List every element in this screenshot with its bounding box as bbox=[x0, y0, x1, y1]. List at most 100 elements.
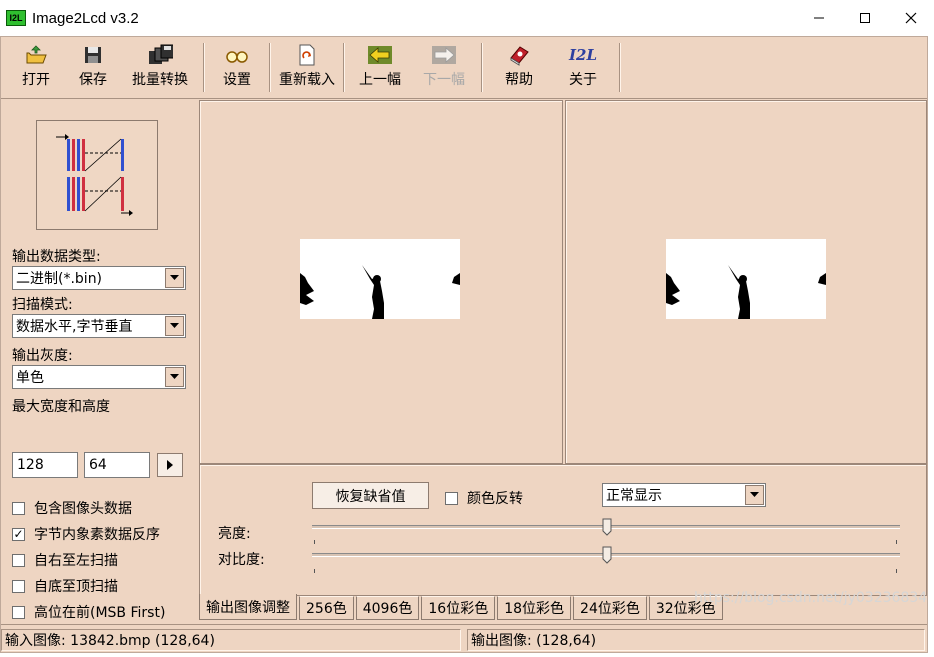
brightness-label: 亮度: bbox=[218, 526, 251, 542]
checkbox-include-header[interactable] bbox=[12, 501, 25, 515]
option-label: 自底至顶扫描 bbox=[34, 579, 118, 595]
output-type-value: 二进制(*.bin) bbox=[16, 271, 103, 287]
gray-level-label: 输出灰度: bbox=[12, 348, 73, 364]
scan-mode-label: 扫描模式: bbox=[12, 297, 73, 313]
brightness-slider-thumb[interactable] bbox=[602, 518, 612, 536]
tab-18bit-color[interactable]: 18位彩色 bbox=[497, 596, 572, 620]
checkbox-right-to-left[interactable] bbox=[12, 553, 25, 567]
minimize-icon bbox=[814, 17, 824, 19]
scan-mode-value: 数据水平,字节垂直 bbox=[16, 319, 133, 335]
option-bottom-to-top[interactable]: 自底至顶扫描 bbox=[12, 576, 118, 596]
option-label: 自右至左扫描 bbox=[34, 553, 118, 569]
glasses-icon bbox=[224, 43, 250, 67]
scan-mode-select[interactable]: 数据水平,字节垂直 bbox=[12, 314, 186, 338]
invert-colors-label: 颜色反转 bbox=[467, 491, 523, 507]
tab-16bit-color[interactable]: 16位彩色 bbox=[421, 596, 496, 620]
save-button[interactable]: 保存 bbox=[65, 37, 121, 98]
save-disk-icon bbox=[80, 43, 106, 67]
chevron-down-icon[interactable] bbox=[165, 268, 184, 288]
invert-colors-option[interactable]: 颜色反转 bbox=[445, 488, 523, 508]
toolbar-separator bbox=[481, 43, 483, 92]
toolbar: 打开 保存 批量转换 设置 重新载入 上一幅 下一幅 帮助 I2L 关于 bbox=[1, 37, 927, 99]
reload-label: 重新载入 bbox=[279, 72, 335, 88]
contrast-slider-thumb[interactable] bbox=[602, 546, 612, 564]
scan-mode-diagram bbox=[56, 134, 133, 216]
input-image bbox=[300, 239, 460, 319]
option-msb-first[interactable]: 高位在前(MSB First) bbox=[12, 602, 165, 622]
input-image-panel bbox=[199, 100, 563, 464]
gray-level-select[interactable]: 单色 bbox=[12, 365, 186, 389]
silhouette-image bbox=[666, 265, 826, 319]
restore-defaults-button[interactable]: 恢复缺省值 bbox=[312, 482, 429, 509]
toolbar-separator bbox=[343, 43, 345, 92]
option-label: 字节内象素数据反序 bbox=[34, 527, 160, 543]
input-image-status: 输入图像: 13842.bmp (128,64) bbox=[1, 629, 461, 651]
app-icon: I2L bbox=[6, 10, 26, 26]
save-label: 保存 bbox=[79, 72, 107, 88]
close-button[interactable] bbox=[888, 0, 934, 36]
reload-page-icon bbox=[294, 43, 320, 67]
color-depth-tabs: 输出图像调整 256色 4096色 16位彩色 18位彩色 24位彩色 32位彩… bbox=[199, 594, 725, 620]
batch-disks-icon bbox=[147, 43, 173, 67]
play-arrow-icon bbox=[167, 460, 173, 470]
reload-button[interactable]: 重新载入 bbox=[275, 37, 339, 98]
window-title: Image2Lcd v3.2 bbox=[32, 9, 139, 27]
previous-image-button[interactable]: 上一幅 bbox=[349, 37, 411, 98]
max-height-input[interactable]: 64 bbox=[84, 452, 150, 478]
settings-panel: 输出数据类型: 二进制(*.bin) 扫描模式: 数据水平,字节垂直 输出灰度:… bbox=[1, 100, 197, 624]
option-label: 包含图像头数据 bbox=[34, 501, 132, 517]
close-icon bbox=[905, 12, 917, 24]
batch-convert-label: 批量转换 bbox=[132, 72, 188, 88]
slider-tick bbox=[896, 569, 897, 573]
next-image-button[interactable]: 下一幅 bbox=[411, 37, 477, 98]
chevron-down-icon[interactable] bbox=[165, 367, 184, 387]
tab-24bit-color[interactable]: 24位彩色 bbox=[573, 596, 647, 620]
toolbar-separator bbox=[203, 43, 205, 92]
maximize-icon bbox=[860, 13, 870, 23]
maximize-button[interactable] bbox=[842, 0, 888, 36]
arrow-left-icon bbox=[367, 43, 393, 67]
i2l-logo-icon: I2L bbox=[569, 43, 598, 67]
tab-output-adjust[interactable]: 输出图像调整 bbox=[199, 594, 297, 620]
minimize-button[interactable] bbox=[796, 0, 842, 36]
toolbar-separator bbox=[619, 43, 621, 92]
chevron-down-icon[interactable] bbox=[745, 485, 764, 505]
gray-level-value: 单色 bbox=[16, 370, 44, 386]
checkbox-invert-colors[interactable] bbox=[445, 491, 458, 505]
previous-image-label: 上一幅 bbox=[359, 72, 401, 88]
about-icon-text: I2L bbox=[569, 46, 598, 64]
tab-256-color[interactable]: 256色 bbox=[299, 596, 354, 620]
output-type-select[interactable]: 二进制(*.bin) bbox=[12, 266, 186, 290]
option-include-header[interactable]: 包含图像头数据 bbox=[12, 498, 132, 518]
max-width-input[interactable]: 128 bbox=[12, 452, 78, 478]
output-image-panel bbox=[565, 100, 927, 464]
settings-label: 设置 bbox=[223, 72, 251, 88]
slider-tick bbox=[314, 540, 315, 544]
apply-size-button[interactable] bbox=[157, 453, 183, 477]
output-image-status: 输出图像: (128,64) bbox=[467, 629, 925, 651]
watermark: https://blog.csdn.net/jy03236834 bbox=[694, 590, 928, 606]
about-button[interactable]: I2L 关于 bbox=[551, 37, 615, 98]
settings-button[interactable]: 设置 bbox=[209, 37, 265, 98]
open-folder-icon bbox=[23, 43, 49, 67]
batch-convert-button[interactable]: 批量转换 bbox=[121, 37, 199, 98]
display-mode-select[interactable]: 正常显示 bbox=[602, 483, 766, 507]
silhouette-image bbox=[300, 265, 460, 319]
arrow-right-icon bbox=[431, 43, 457, 67]
status-bar: 输入图像: 13842.bmp (128,64) 输出图像: (128,64) bbox=[1, 624, 927, 652]
open-button[interactable]: 打开 bbox=[7, 37, 65, 98]
output-image bbox=[666, 239, 826, 319]
tab-4096-color[interactable]: 4096色 bbox=[355, 596, 420, 620]
help-label: 帮助 bbox=[505, 72, 533, 88]
chevron-down-icon[interactable] bbox=[165, 316, 184, 336]
option-reverse-pixel-order[interactable]: ✓ 字节内象素数据反序 bbox=[12, 524, 160, 544]
scan-mode-preview bbox=[36, 120, 158, 230]
checkbox-reverse-pixel-order[interactable]: ✓ bbox=[12, 527, 25, 541]
checkbox-msb-first[interactable] bbox=[12, 605, 25, 619]
option-right-to-left[interactable]: 自右至左扫描 bbox=[12, 550, 118, 570]
help-button[interactable]: 帮助 bbox=[487, 37, 551, 98]
display-mode-value: 正常显示 bbox=[606, 488, 662, 504]
checkbox-bottom-to-top[interactable] bbox=[12, 579, 25, 593]
max-size-label: 最大宽度和高度 bbox=[12, 399, 110, 415]
help-book-icon bbox=[506, 43, 532, 67]
